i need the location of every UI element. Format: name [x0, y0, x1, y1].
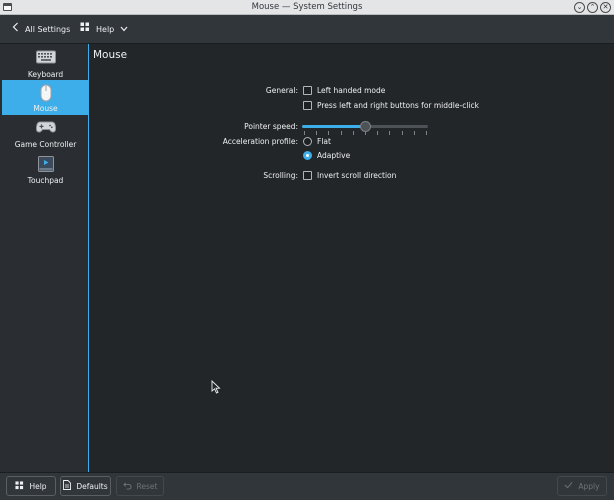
footer-bar: Help Defaults Reset Apply — [0, 472, 614, 500]
checkbox-box[interactable] — [303, 171, 312, 180]
slider-tick — [353, 131, 354, 135]
slider-tick — [389, 131, 390, 135]
help-button-label: Help — [29, 481, 47, 491]
apply-button[interactable]: Apply — [557, 476, 607, 496]
header-toolbar: All Settings Help — [0, 15, 614, 44]
slider-tick — [426, 131, 427, 135]
general-label: General: — [265, 86, 298, 95]
adaptive-label: Adaptive — [317, 151, 351, 160]
slider-fill — [302, 125, 365, 128]
left-handed-checkbox[interactable]: Left handed mode — [303, 86, 385, 95]
sidebar-item-touchpad[interactable]: Touchpad — [2, 152, 89, 187]
window-title: Mouse — System Settings — [251, 2, 363, 12]
middle-click-label: Press left and right buttons for middle-… — [317, 101, 479, 110]
invert-scroll-label: Invert scroll direction — [317, 171, 397, 180]
main-content: Mouse General: Left handed mode Press le… — [90, 44, 614, 472]
sidebar-item-mouse[interactable]: Mouse — [2, 80, 89, 115]
middle-click-checkbox[interactable]: Press left and right buttons for middle-… — [303, 101, 479, 110]
all-settings-button[interactable]: All Settings — [12, 22, 70, 38]
gamepad-icon — [35, 120, 56, 136]
acceleration-profile-label: Acceleration profile: — [222, 137, 298, 146]
help-menu-button[interactable]: Help — [80, 22, 128, 38]
chevron-left-icon — [12, 22, 19, 38]
touchpad-icon — [37, 156, 54, 174]
checkbox-box[interactable] — [303, 86, 312, 95]
chevron-down-icon — [120, 22, 128, 38]
slider-tick — [316, 131, 317, 135]
adaptive-radio[interactable]: Adaptive — [303, 151, 350, 160]
maximize-button[interactable]: ⌃ — [587, 2, 598, 13]
sidebar-item-label: Touchpad — [27, 176, 64, 185]
reset-button-label: Reset — [136, 481, 158, 491]
help-menu-label: Help — [96, 25, 115, 34]
slider-tick — [414, 131, 415, 135]
sidebar-item-keyboard[interactable]: Keyboard — [2, 46, 89, 81]
title-bar: Mouse — System Settings ⌄ ⌃ ✕ — [0, 0, 614, 15]
pointer-speed-slider[interactable] — [302, 121, 428, 136]
document-icon — [63, 480, 72, 492]
sidebar-item-label: Game Controller — [14, 140, 77, 149]
mouse-icon — [40, 84, 52, 104]
all-settings-label: All Settings — [25, 25, 71, 34]
help-grid-icon — [80, 22, 90, 38]
minimize-button[interactable]: ⌄ — [574, 2, 585, 13]
slider-tick — [377, 131, 378, 135]
flat-label: Flat — [317, 137, 331, 146]
slider-tick — [328, 131, 329, 135]
slider-tick — [304, 131, 305, 135]
apply-button-label: Apply — [578, 481, 600, 491]
mouse-cursor-icon — [211, 379, 221, 396]
scrolling-label: Scrolling: — [263, 171, 298, 180]
close-button[interactable]: ✕ — [600, 2, 611, 13]
sidebar-item-label: Mouse — [33, 104, 58, 113]
defaults-button[interactable]: Defaults — [60, 476, 111, 496]
sidebar: Keyboard Mouse Game Controller Touchpad — [0, 44, 89, 472]
help-icon — [15, 480, 24, 492]
slider-tick — [402, 131, 403, 135]
sidebar-item-label: Keyboard — [27, 70, 64, 79]
help-button[interactable]: Help — [6, 476, 56, 496]
radio-button-checked[interactable] — [303, 151, 312, 160]
slider-tick — [341, 131, 342, 135]
undo-icon — [122, 481, 132, 492]
radio-button[interactable] — [303, 137, 312, 146]
page-title: Mouse — [93, 49, 128, 61]
invert-scroll-checkbox[interactable]: Invert scroll direction — [303, 171, 396, 180]
checkbox-box[interactable] — [303, 101, 312, 110]
slider-tick — [365, 131, 366, 135]
defaults-button-label: Defaults — [76, 481, 108, 491]
checkmark-icon — [564, 481, 573, 491]
flat-radio[interactable]: Flat — [303, 137, 331, 146]
keyboard-icon — [35, 50, 56, 66]
pointer-speed-label: Pointer speed: — [244, 122, 298, 131]
reset-button[interactable]: Reset — [116, 476, 164, 496]
sidebar-item-game-controller[interactable]: Game Controller — [2, 116, 89, 151]
left-handed-label: Left handed mode — [317, 86, 386, 95]
